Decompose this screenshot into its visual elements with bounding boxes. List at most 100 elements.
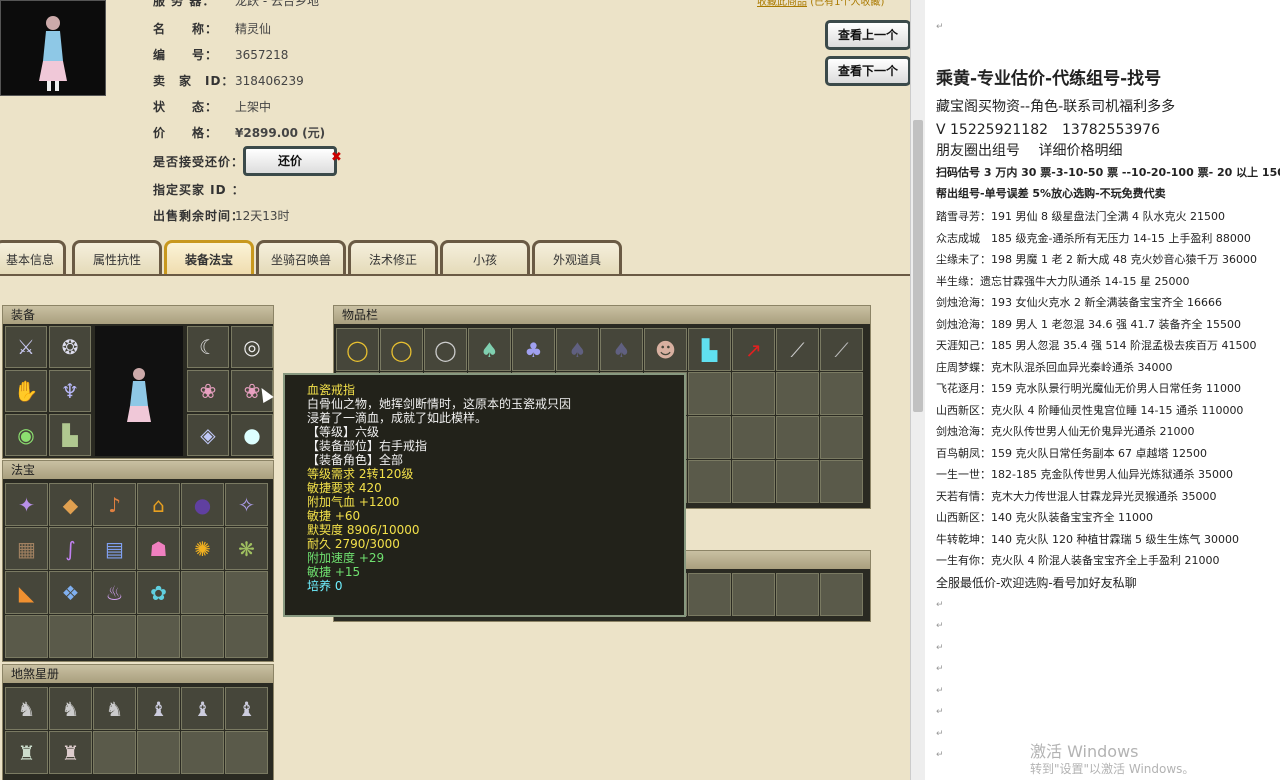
favorite-link[interactable]: 收藏此商品 (已有1个人收藏): [757, 0, 884, 8]
fabao-slot-empty[interactable]: [5, 615, 48, 658]
inventory-slot[interactable]: ▙: [688, 328, 731, 371]
star-card[interactable]: ♞: [49, 687, 92, 730]
inventory-slot[interactable]: ♣: [512, 328, 555, 371]
fabao-slot[interactable]: ▤: [93, 527, 136, 570]
fabao-slot[interactable]: ●: [181, 483, 224, 526]
inventory-slot-empty[interactable]: [732, 372, 775, 415]
inventory-slot[interactable]: ⟋: [776, 328, 819, 371]
inventory-panel-title: 物品栏: [334, 306, 870, 324]
storage-slot-empty[interactable]: [820, 573, 863, 616]
inventory-slot-empty[interactable]: [688, 416, 731, 459]
tab-spell-mod[interactable]: 法术修正: [348, 240, 438, 275]
equip-slot-weapon[interactable]: ⚔: [5, 326, 47, 368]
star-slot-empty[interactable]: [225, 731, 268, 774]
inventory-slot[interactable]: ◯: [336, 328, 379, 371]
tab-equipment[interactable]: 装备法宝: [164, 240, 254, 275]
equip-slot-helmet[interactable]: ❂: [49, 326, 91, 368]
fabao-icon: ✺: [194, 536, 211, 561]
tab-appearance[interactable]: 外观道具: [532, 240, 622, 275]
fabao-slot[interactable]: ◣: [5, 571, 48, 614]
fabao-slot[interactable]: ▦: [5, 527, 48, 570]
equip-slot-necklace[interactable]: ☾: [187, 326, 229, 368]
equip-slot-accessory[interactable]: ◉: [5, 414, 47, 456]
fabao-slot-empty[interactable]: [93, 615, 136, 658]
id-row: 编 号： 3657218: [153, 46, 288, 63]
star-card[interactable]: ♜: [5, 731, 48, 774]
equip-slot-belt[interactable]: ◎: [231, 326, 273, 368]
next-item-button[interactable]: 查看下一个: [825, 56, 910, 86]
tab-bar: 基本信息 属性抗性 装备法宝 坐骑召唤兽 法术修正 小孩 外观道具: [0, 240, 910, 276]
fabao-slot[interactable]: ✺: [181, 527, 224, 570]
storage-slot-empty[interactable]: [688, 573, 731, 616]
inventory-slot[interactable]: ♠: [556, 328, 599, 371]
star-slot-empty[interactable]: [181, 731, 224, 774]
equip-slot-pearl[interactable]: ●: [231, 414, 273, 456]
fabao-slot[interactable]: ∫: [49, 527, 92, 570]
bargain-close-icon[interactable]: ✖: [331, 150, 342, 165]
robe-icon: ♠: [612, 337, 631, 362]
fabao-slot[interactable]: ◆: [49, 483, 92, 526]
fabao-slot-empty[interactable]: [49, 615, 92, 658]
bargain-button[interactable]: 还价: [243, 146, 337, 176]
inventory-slot-empty[interactable]: [688, 460, 731, 503]
prev-item-button[interactable]: 查看上一个: [825, 20, 910, 50]
vertical-scrollbar[interactable]: [910, 0, 925, 780]
star-slot-empty[interactable]: [93, 731, 136, 774]
star-card[interactable]: ♝: [225, 687, 268, 730]
fabao-slot[interactable]: ✧: [225, 483, 268, 526]
fabao-slot[interactable]: ✦: [5, 483, 48, 526]
orb-icon: ◉: [17, 423, 35, 447]
fabao-slot[interactable]: ❋: [225, 527, 268, 570]
equip-slot-ring-left[interactable]: ❀: [187, 370, 229, 412]
fabao-slot[interactable]: ♪: [93, 483, 136, 526]
inventory-slot-empty[interactable]: [732, 416, 775, 459]
star-slot-empty[interactable]: [137, 731, 180, 774]
favorite-label[interactable]: 收藏此商品: [757, 0, 807, 8]
inventory-slot[interactable]: ◯: [424, 328, 467, 371]
inventory-slot[interactable]: ♠: [468, 328, 511, 371]
star-card[interactable]: ♜: [49, 731, 92, 774]
fabao-slot[interactable]: ❖: [49, 571, 92, 614]
tab-child[interactable]: 小孩: [440, 240, 530, 275]
equip-slot-boots[interactable]: ▙: [49, 414, 91, 456]
inventory-slot[interactable]: ↗: [732, 328, 775, 371]
inventory-slot-empty[interactable]: [776, 460, 819, 503]
fabao-slot-empty[interactable]: [181, 615, 224, 658]
equip-slot-armor[interactable]: ♆: [49, 370, 91, 412]
fabao-slot[interactable]: ⌂: [137, 483, 180, 526]
inventory-slot-empty[interactable]: [776, 416, 819, 459]
inventory-slot-empty[interactable]: [776, 372, 819, 415]
star-card[interactable]: ♞: [5, 687, 48, 730]
inventory-slot[interactable]: ☻: [644, 328, 687, 371]
fabao-slot[interactable]: ☗: [137, 527, 180, 570]
fabao-slot-empty[interactable]: [225, 571, 268, 614]
inventory-slot-empty[interactable]: [688, 372, 731, 415]
id-label: 编 号：: [153, 48, 219, 62]
tab-attributes[interactable]: 属性抗性: [72, 240, 162, 275]
fabao-slot-empty[interactable]: [181, 571, 224, 614]
fabao-slot[interactable]: ♨: [93, 571, 136, 614]
storage-slot-empty[interactable]: [732, 573, 775, 616]
equip-slot-hand[interactable]: ✋: [5, 370, 47, 412]
storage-slot-empty[interactable]: [776, 573, 819, 616]
equip-slot-jade[interactable]: ◈: [187, 414, 229, 456]
star-card[interactable]: ♞: [93, 687, 136, 730]
inventory-slot[interactable]: ◯: [380, 328, 423, 371]
star-card[interactable]: ♝: [137, 687, 180, 730]
inventory-slot-empty[interactable]: [732, 460, 775, 503]
inventory-slot-empty[interactable]: [820, 460, 863, 503]
tab-basic-info[interactable]: 基本信息: [0, 240, 66, 275]
tab-mounts-pets[interactable]: 坐骑召唤兽: [256, 240, 346, 275]
fabao-slot-empty[interactable]: [225, 615, 268, 658]
fabao-slot-empty[interactable]: [137, 615, 180, 658]
scrollbar-thumb[interactable]: [913, 120, 923, 412]
character-figure-icon: [127, 368, 151, 422]
star-card[interactable]: ♝: [181, 687, 224, 730]
fabao-slot[interactable]: ✿: [137, 571, 180, 614]
inventory-slot-empty[interactable]: [820, 416, 863, 459]
inventory-slot[interactable]: ⟋: [820, 328, 863, 371]
inventory-slot-empty[interactable]: [820, 372, 863, 415]
notes-pricing: 帮出组号-单号误差 5%放心选购-不玩免费代卖: [936, 187, 1166, 200]
listing-entry: 一生有你：克火队 4 阶混人装备宝宝齐全上手盈利 21000: [936, 554, 1220, 567]
inventory-slot[interactable]: ♠: [600, 328, 643, 371]
